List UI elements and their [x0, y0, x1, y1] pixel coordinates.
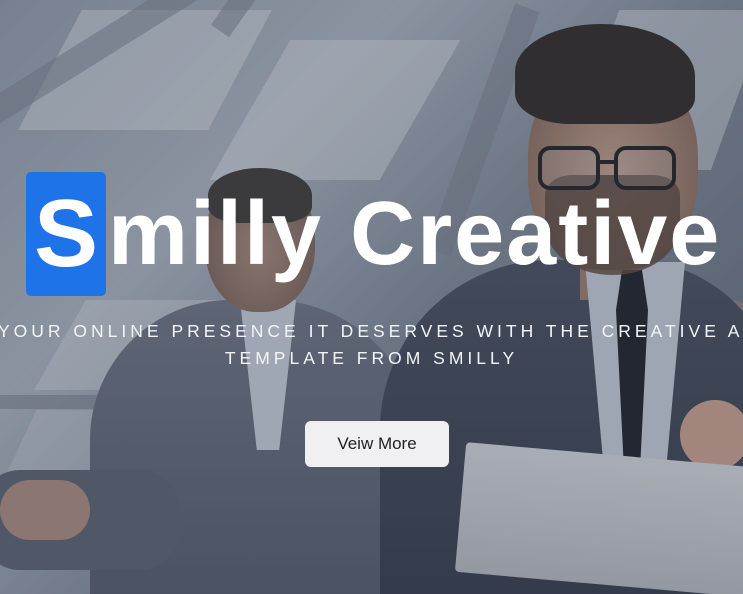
tagline-line-2: TEMPLATE FROM SMILLY: [224, 348, 519, 368]
hero-tagline: YOUR ONLINE PRESENCE IT DESERVES WITH TH…: [0, 318, 743, 372]
view-more-button[interactable]: Veiw More: [305, 421, 449, 467]
brand-title-text: milly Creative: [108, 184, 722, 284]
brand-title: S milly Creative: [26, 172, 721, 296]
hero-overlay: [0, 0, 743, 594]
brand-initial-badge: S: [26, 172, 106, 296]
hero-section: S milly Creative YOUR ONLINE PRESENCE IT…: [0, 0, 743, 594]
tagline-line-1: YOUR ONLINE PRESENCE IT DESERVES WITH TH…: [0, 321, 743, 341]
